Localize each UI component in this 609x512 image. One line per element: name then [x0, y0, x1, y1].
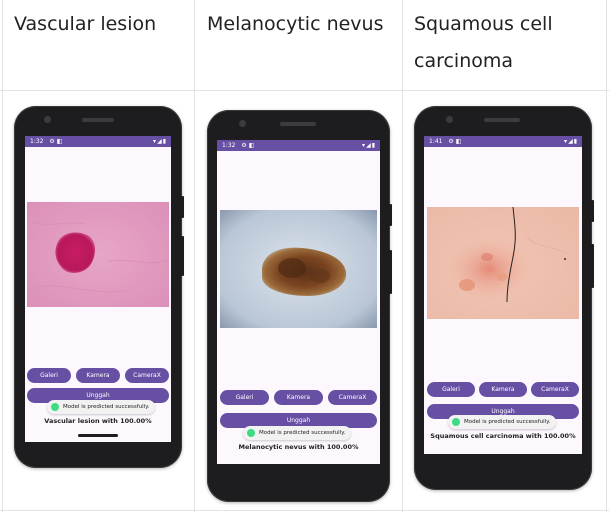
column-header-1: Vascular lesion [14, 13, 157, 35]
lesion-image [220, 210, 377, 328]
phone-frame: 1:41 ⚙ ◧ ▾◢▮ Galeri Kamera CameraX Ungga… [414, 106, 594, 490]
toast-message: Model is predicted successfully. [47, 400, 156, 414]
phone-screen: 1:41 ⚙ ◧ ▾◢▮ Galeri Kamera CameraX Ungga… [424, 136, 582, 454]
status-bar: 1:32 ⚙ ◧ ▾◢▮ [217, 140, 380, 151]
button-row: Galeri Kamera CameraX [427, 382, 579, 397]
button-row: Galeri Kamera CameraX [220, 390, 377, 405]
battery-icon: ▮ [573, 138, 578, 145]
gallery-button[interactable]: Galeri [427, 382, 475, 397]
prediction-result: Vascular lesion with 100.00% [44, 417, 152, 425]
toast-message: Model is predicted successfully. [448, 415, 557, 429]
button-row: Galeri Kamera CameraX [27, 368, 169, 383]
camera-icon [44, 116, 51, 123]
speaker-icon [82, 118, 114, 122]
gallery-button[interactable]: Galeri [27, 368, 71, 383]
table-border [402, 0, 403, 512]
status-time: 1:32 [30, 138, 44, 145]
toast-text: Model is predicted successfully. [259, 430, 346, 436]
notification-icon: ⚙ ◧ [241, 142, 255, 149]
volume-button [591, 244, 594, 288]
toast-message: Model is predicted successfully. [243, 426, 352, 440]
power-button [181, 196, 184, 218]
status-icons: ▾◢▮ [153, 136, 167, 147]
phone-frame: 1:32 ⚙ ◧ ▾◢▮ Galeri Kamera CameraX Ungga… [14, 106, 184, 468]
camera-button[interactable]: Kamera [479, 382, 527, 397]
camerax-button[interactable]: CameraX [328, 390, 377, 405]
camera-icon [239, 120, 246, 127]
camerax-button[interactable]: CameraX [125, 368, 169, 383]
home-indicator[interactable] [481, 458, 525, 461]
column-header-2: Melanocytic nevus [207, 13, 384, 35]
battery-icon: ▮ [162, 138, 167, 145]
home-indicator[interactable] [276, 468, 320, 471]
phone-frame: 1:32 ⚙ ◧ ▾◢▮ Galeri Kamera CameraX Ungga… [207, 110, 392, 502]
status-time: 1:32 [222, 142, 236, 149]
phone-screen: 1:32 ⚙ ◧ ▾◢▮ Galeri Kamera CameraX Ungga… [217, 140, 380, 464]
camera-button[interactable]: Kamera [76, 368, 120, 383]
power-button [591, 200, 594, 222]
speaker-icon [280, 122, 316, 126]
home-indicator[interactable] [78, 434, 118, 437]
prediction-result: Melanocytic nevus with 100.00% [238, 443, 359, 451]
table-border [606, 0, 607, 512]
status-icons: ▾◢▮ [564, 136, 578, 147]
volume-button [181, 236, 184, 276]
power-button [389, 204, 392, 226]
status-bar: 1:41 ⚙ ◧ ▾◢▮ [424, 136, 582, 147]
battery-icon: ▮ [371, 142, 376, 149]
table-border [194, 0, 195, 512]
lesion-image [427, 207, 579, 319]
volume-button [389, 250, 392, 294]
phone-screen: 1:32 ⚙ ◧ ▾◢▮ Galeri Kamera CameraX Ungga… [25, 136, 171, 442]
camerax-button[interactable]: CameraX [531, 382, 579, 397]
toast-text: Model is predicted successfully. [464, 419, 551, 425]
column-header-3: Squamous cell carcinoma [414, 13, 553, 72]
notification-icon: ⚙ ◧ [49, 138, 63, 145]
table-border [0, 90, 609, 91]
status-icons: ▾◢▮ [362, 140, 376, 151]
speaker-icon [484, 118, 520, 122]
android-icon [51, 403, 59, 411]
status-time: 1:41 [429, 138, 443, 145]
camera-icon [446, 116, 453, 123]
camera-button[interactable]: Kamera [274, 390, 323, 405]
notification-icon: ⚙ ◧ [448, 138, 462, 145]
android-icon [247, 429, 255, 437]
status-bar: 1:32 ⚙ ◧ ▾◢▮ [25, 136, 171, 147]
table-border [0, 510, 609, 511]
toast-text: Model is predicted successfully. [63, 404, 150, 410]
lesion-image [27, 202, 169, 307]
gallery-button[interactable]: Galeri [220, 390, 269, 405]
prediction-result: Squamous cell carcinoma with 100.00% [430, 432, 576, 440]
table-border [2, 0, 3, 512]
android-icon [452, 418, 460, 426]
